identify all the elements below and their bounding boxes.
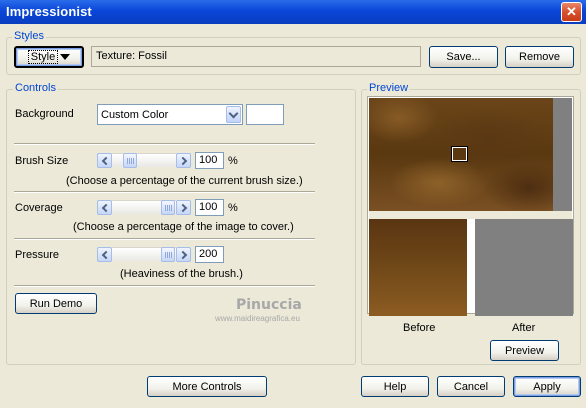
apply-button[interactable]: Apply bbox=[513, 376, 581, 397]
pressure-hint: (Heaviness of the brush.) bbox=[120, 268, 243, 280]
pressure-decrease-button[interactable] bbox=[97, 247, 112, 262]
triangle-down-icon bbox=[60, 54, 71, 60]
background-color-swatch[interactable] bbox=[246, 104, 284, 125]
chevron-right-icon bbox=[178, 203, 187, 212]
save-button[interactable]: Save... bbox=[429, 46, 498, 68]
coverage-decrease-button[interactable] bbox=[97, 200, 112, 215]
background-select[interactable]: Custom Color bbox=[97, 104, 243, 125]
brush-size-input[interactable]: 100 bbox=[195, 152, 224, 169]
background-select-value: Custom Color bbox=[101, 109, 169, 121]
coverage-hint: (Choose a percentage of the image to cov… bbox=[73, 221, 294, 233]
chevron-left-icon bbox=[101, 203, 110, 212]
preview-focus-marker[interactable] bbox=[451, 146, 468, 162]
brush-size-slider-thumb[interactable] bbox=[123, 153, 137, 168]
window-title: Impressionist bbox=[6, 4, 92, 19]
coverage-label: Coverage bbox=[15, 202, 63, 214]
styles-legend: Styles bbox=[12, 30, 46, 42]
select-arrow-button[interactable] bbox=[226, 106, 241, 123]
preview-side-strip bbox=[553, 98, 572, 211]
preview-button[interactable]: Preview bbox=[490, 340, 559, 361]
style-value-text: Texture: Fossil bbox=[96, 50, 167, 62]
chevron-left-icon bbox=[101, 250, 110, 259]
style-button-label: Style bbox=[27, 50, 59, 64]
watermark-url: www.maidireagrafica.eu bbox=[215, 314, 300, 323]
brush-size-unit: % bbox=[228, 155, 238, 167]
remove-button[interactable]: Remove bbox=[505, 46, 574, 68]
controls-legend: Controls bbox=[13, 82, 58, 94]
coverage-unit: % bbox=[228, 202, 238, 214]
before-label: Before bbox=[403, 322, 436, 334]
more-controls-button[interactable]: More Controls bbox=[147, 376, 267, 397]
style-value-field: Texture: Fossil bbox=[91, 46, 421, 67]
preview-divider bbox=[369, 211, 572, 219]
chevron-left-icon bbox=[101, 156, 110, 165]
pressure-input[interactable]: 200 bbox=[195, 246, 224, 263]
preview-legend: Preview bbox=[367, 82, 411, 94]
before-image bbox=[369, 219, 467, 316]
background-label: Background bbox=[15, 108, 74, 120]
separator bbox=[14, 191, 315, 193]
chevron-right-icon bbox=[178, 250, 187, 259]
help-button[interactable]: Help bbox=[361, 376, 429, 397]
coverage-input[interactable]: 100 bbox=[195, 199, 224, 216]
pressure-increase-button[interactable] bbox=[176, 247, 191, 262]
cancel-button[interactable]: Cancel bbox=[437, 376, 505, 397]
chevron-right-icon bbox=[178, 156, 187, 165]
brush-size-decrease-button[interactable] bbox=[97, 153, 112, 168]
after-image bbox=[475, 219, 573, 316]
grip-icon bbox=[164, 251, 172, 258]
chevron-down-icon bbox=[228, 108, 239, 118]
brush-size-increase-button[interactable] bbox=[176, 153, 191, 168]
brush-size-label: Brush Size bbox=[15, 155, 69, 167]
separator bbox=[14, 143, 315, 145]
grip-icon bbox=[126, 157, 134, 164]
close-icon: ✕ bbox=[566, 4, 577, 19]
close-button[interactable]: ✕ bbox=[561, 2, 582, 22]
grip-icon bbox=[164, 204, 172, 211]
style-dropdown-button[interactable]: Style bbox=[14, 46, 84, 68]
coverage-slider-thumb[interactable] bbox=[161, 200, 175, 215]
pressure-label: Pressure bbox=[15, 249, 60, 261]
run-demo-button[interactable]: Run Demo bbox=[15, 293, 97, 314]
brush-size-hint: (Choose a percentage of the current brus… bbox=[66, 175, 303, 187]
brush-size-slider-track[interactable] bbox=[112, 153, 176, 167]
separator bbox=[14, 238, 315, 240]
separator bbox=[14, 285, 315, 287]
watermark-name: Pinuccia bbox=[236, 297, 302, 313]
pressure-slider-thumb[interactable] bbox=[161, 247, 175, 262]
after-label: After bbox=[512, 322, 536, 334]
coverage-increase-button[interactable] bbox=[176, 200, 191, 215]
